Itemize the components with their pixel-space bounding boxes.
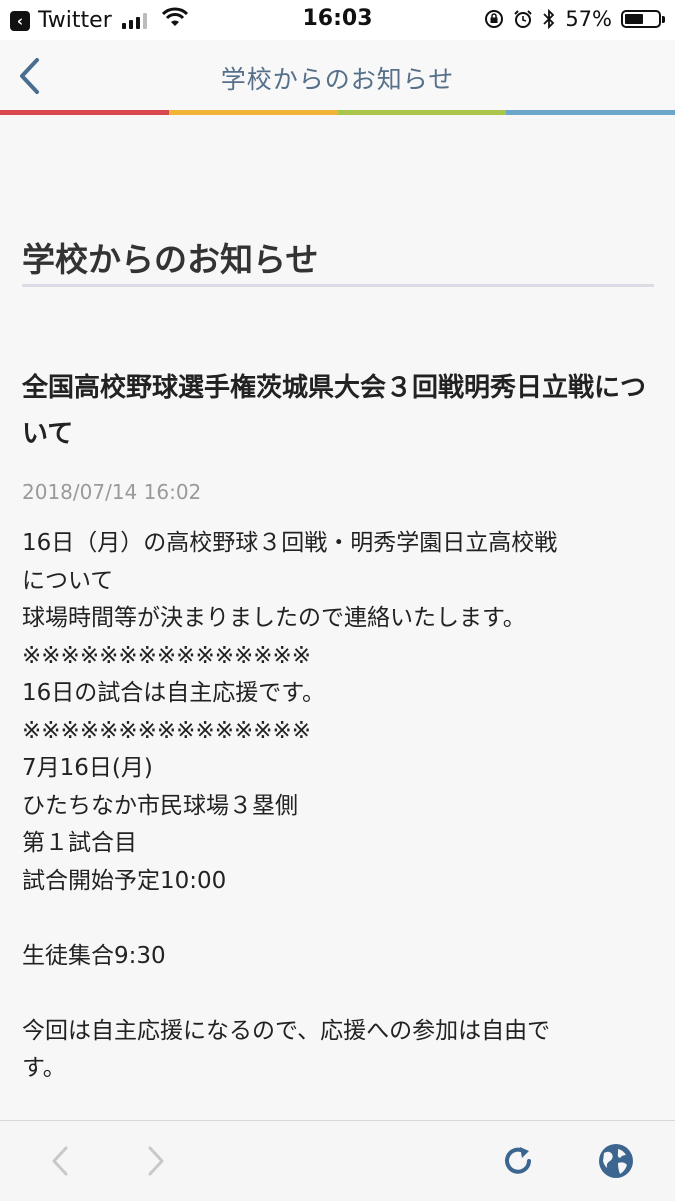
status-bar: ‹ Twitter 16:03 57%	[0, 0, 675, 40]
battery-percent: 57%	[565, 7, 612, 31]
rainbow-segment	[506, 110, 675, 115]
back-button[interactable]	[38, 1139, 82, 1183]
body-line: 7月16日(月)	[22, 755, 153, 781]
open-in-browser-button[interactable]	[594, 1139, 638, 1183]
browser-toolbar	[0, 1120, 675, 1201]
rainbow-segment	[337, 110, 507, 115]
rainbow-divider	[0, 110, 675, 115]
body-line: 16日の試合は自主応援です。	[22, 680, 325, 706]
forward-icon	[148, 1146, 164, 1176]
bluetooth-icon	[543, 9, 555, 29]
nav-title: 学校からのお知らせ	[220, 65, 455, 94]
reload-icon	[505, 1147, 531, 1174]
navigation-bar: 学校からのお知らせ	[0, 40, 675, 110]
body-line: 16日（月）の高校野球３回戦・明秀学園日立高校戦	[22, 530, 558, 556]
globe-icon	[599, 1144, 633, 1178]
article-body: 16日（月）の高校野球３回戦・明秀学園日立高校戦 について 球場時間等が決まりま…	[22, 525, 654, 1088]
article-timestamp: 2018/07/14 16:02	[22, 480, 202, 504]
body-line: 第１試合目	[22, 830, 137, 856]
page-heading: 学校からのお知らせ	[22, 240, 319, 279]
body-line: ひたちなか市民球場３塁側	[22, 792, 298, 819]
back-icon	[52, 1146, 68, 1176]
rainbow-segment	[0, 110, 169, 115]
body-line	[22, 975, 654, 1013]
battery-icon	[621, 10, 665, 28]
article-title: 全国高校野球選手権茨城県大会３回戦明秀日立戦について	[22, 373, 647, 449]
body-line: 生徒集合9:30	[22, 942, 166, 969]
body-line: 今回は自主応援になるので、応援への参加は自由で	[22, 1017, 551, 1044]
reload-button[interactable]	[496, 1139, 540, 1183]
alarm-icon	[514, 10, 533, 28]
rotation-lock-icon	[485, 10, 504, 28]
rainbow-segment	[168, 110, 338, 115]
body-line: ※※※※※※※※※※※※※※※	[22, 642, 312, 669]
body-line: について	[22, 567, 114, 594]
forward-button[interactable]	[134, 1139, 178, 1183]
body-line: 球場時間等が決まりましたので連絡いたします。	[22, 605, 526, 631]
body-line: 試合開始予定10:00	[22, 867, 227, 894]
body-line: ※※※※※※※※※※※※※※※	[22, 717, 312, 744]
body-line: す。	[22, 1055, 66, 1081]
heading-divider	[22, 284, 654, 287]
body-line	[22, 900, 654, 938]
